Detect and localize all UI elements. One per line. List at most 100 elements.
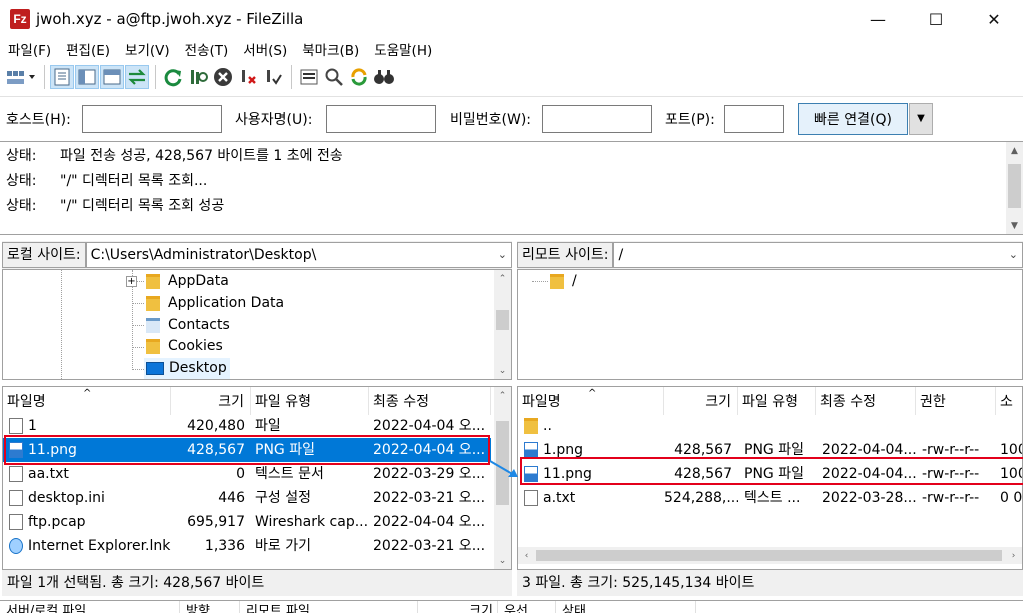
table-row[interactable]: Internet Explorer.lnk 1,336 바로 가기 2022-0… bbox=[3, 534, 491, 558]
host-label: 호스트(H): bbox=[6, 111, 71, 128]
quickconnect-bar: 호스트(H): 사용자명(U): 비밀번호(W): 포트(P): 빠른 연결(Q… bbox=[0, 96, 1023, 140]
column-filename[interactable]: 파일명 ^ bbox=[3, 387, 171, 415]
toggle-log-icon[interactable] bbox=[50, 65, 74, 89]
remote-list-hscrollbar[interactable]: ‹ › bbox=[518, 547, 1022, 564]
chevron-down-icon[interactable]: ⌄ bbox=[1009, 243, 1018, 267]
scroll-right-icon[interactable]: › bbox=[1005, 547, 1022, 564]
local-list-header: 파일명 ^ 크기 파일 유형 최종 수정 bbox=[3, 387, 491, 415]
table-row[interactable]: ftp.pcap 695,917 Wireshark cap... 2022-0… bbox=[3, 510, 491, 534]
minimize-button[interactable]: — bbox=[849, 0, 907, 38]
log-scroll-thumb[interactable] bbox=[1008, 164, 1021, 208]
column-owner[interactable]: 소유 bbox=[996, 387, 1022, 415]
sort-up-icon: ^ bbox=[588, 388, 597, 399]
table-row[interactable]: a.txt 524,288,... 텍스트 ... 2022-03-28... … bbox=[518, 486, 1022, 510]
scroll-down-icon[interactable]: ⌄ bbox=[494, 552, 511, 569]
process-queue-icon[interactable] bbox=[186, 65, 210, 89]
column-permissions[interactable]: 권한 bbox=[916, 387, 996, 415]
remote-path-input[interactable]: / ⌄ bbox=[613, 242, 1023, 268]
password-input[interactable] bbox=[542, 104, 652, 133]
quickconnect-history-dropdown[interactable]: ▼ bbox=[909, 102, 933, 135]
folder-icon bbox=[146, 296, 160, 311]
menu-bookmarks[interactable]: 북마크(B) bbox=[294, 39, 366, 59]
search-remote-files-icon[interactable] bbox=[372, 65, 396, 89]
local-path-input[interactable]: C:\Users\Administrator\Desktop\ ⌄ bbox=[85, 242, 512, 268]
menu-server[interactable]: 서버(S) bbox=[235, 39, 294, 59]
local-tree-scrollbar[interactable]: ⌃ ⌄ bbox=[494, 270, 511, 379]
tree-item-contacts[interactable]: Contacts bbox=[146, 315, 230, 336]
remote-site-label: 리모트 사이트: bbox=[517, 242, 614, 268]
text-file-icon bbox=[524, 490, 538, 506]
scroll-left-icon[interactable]: ‹ bbox=[518, 547, 535, 564]
scroll-up-icon[interactable]: ⌃ bbox=[494, 270, 511, 287]
sync-browsing-icon[interactable] bbox=[347, 65, 371, 89]
menu-help[interactable]: 도움말(H) bbox=[366, 39, 439, 59]
queue-column-status[interactable]: 상태 bbox=[556, 601, 696, 613]
message-log: 상태: 파일 전송 성공, 428,567 바이트를 1 초에 전송 상태: "/"… bbox=[0, 141, 1023, 235]
menu-file[interactable]: 파일(F) bbox=[0, 39, 58, 59]
local-file-list: 파일명 ^ 크기 파일 유형 최종 수정 1 420,480 파일 2022-04… bbox=[2, 386, 512, 570]
compare-directories-icon[interactable] bbox=[322, 65, 346, 89]
scroll-down-icon[interactable]: ⌄ bbox=[494, 362, 511, 379]
tree-item-root[interactable]: / bbox=[550, 271, 577, 292]
table-row[interactable]: aa.txt 0 텍스트 문서 2022-03-29 오... bbox=[3, 462, 491, 486]
folder-icon bbox=[524, 418, 538, 434]
log-line: 상태: 파일 전송 성공, 428,567 바이트를 1 초에 전송 bbox=[6, 148, 343, 164]
tree-item-appdata[interactable]: AppData bbox=[146, 271, 229, 292]
scroll-up-icon[interactable]: ▲ bbox=[1006, 142, 1023, 159]
table-row[interactable]: desktop.ini 446 구성 설정 2022-03-21 오... bbox=[3, 486, 491, 510]
port-input[interactable] bbox=[724, 104, 784, 133]
column-size[interactable]: 크기 bbox=[171, 387, 251, 415]
remote-list-hscroll-thumb[interactable] bbox=[536, 550, 1002, 561]
menu-transfer[interactable]: 전송(T) bbox=[177, 39, 236, 59]
maximize-button[interactable]: ☐ bbox=[907, 0, 965, 38]
pcap-file-icon bbox=[9, 514, 23, 530]
disconnect-icon[interactable] bbox=[236, 65, 260, 89]
tree-item-cookies[interactable]: Cookies bbox=[146, 336, 223, 357]
column-filename[interactable]: 파일명 ^ bbox=[518, 387, 664, 415]
quickconnect-button[interactable]: 빠른 연결(Q) bbox=[798, 102, 908, 135]
reconnect-icon[interactable] bbox=[261, 65, 285, 89]
chevron-down-icon[interactable]: ⌄ bbox=[498, 243, 507, 267]
sort-up-icon: ^ bbox=[83, 388, 92, 399]
username-input[interactable] bbox=[326, 104, 436, 133]
remote-directory-tree: / bbox=[517, 269, 1023, 380]
local-status-bar: 파일 1개 선택됨. 총 크기: 428,567 바이트 bbox=[2, 570, 512, 596]
log-line: 상태: "/" 디렉터리 목록 조회... bbox=[6, 173, 208, 189]
local-tree-scroll-thumb[interactable] bbox=[496, 310, 509, 330]
menu-view[interactable]: 보기(V) bbox=[117, 39, 177, 59]
column-type[interactable]: 파일 유형 bbox=[251, 387, 369, 415]
port-label: 포트(P): bbox=[665, 111, 715, 128]
column-size[interactable]: 크기 bbox=[664, 387, 738, 415]
column-modified[interactable]: 최종 수정 bbox=[816, 387, 916, 415]
local-directory-tree: + AppData Application Data Contacts Cook… bbox=[2, 269, 512, 380]
column-type[interactable]: 파일 유형 bbox=[738, 387, 816, 415]
filter-icon[interactable] bbox=[297, 65, 321, 89]
queue-column-remote[interactable]: 리모트 파일 bbox=[240, 601, 418, 613]
remote-status-bar: 3 파일. 총 크기: 525,145,134 바이트 bbox=[517, 570, 1023, 596]
tree-item-application-data[interactable]: Application Data bbox=[146, 293, 284, 314]
cancel-operation-icon[interactable] bbox=[211, 65, 235, 89]
column-modified[interactable]: 최종 수정 bbox=[369, 387, 491, 415]
scroll-down-icon[interactable]: ▼ bbox=[1006, 217, 1023, 234]
site-manager-icon[interactable] bbox=[4, 65, 38, 89]
queue-column-direction[interactable]: 방향 bbox=[180, 601, 240, 613]
queue-column-priority[interactable]: 우선 bbox=[498, 601, 556, 613]
close-window-button[interactable]: ✕ bbox=[965, 0, 1023, 38]
toggle-local-tree-icon[interactable] bbox=[75, 65, 99, 89]
scroll-up-icon[interactable]: ⌃ bbox=[494, 387, 511, 404]
host-input[interactable] bbox=[82, 104, 222, 133]
toggle-queue-icon[interactable] bbox=[125, 65, 149, 89]
queue-column-size[interactable]: 크기 bbox=[418, 601, 498, 613]
queue-column-file[interactable]: 서버/로컬 파일 bbox=[0, 601, 180, 613]
table-row-parent[interactable]: .. bbox=[518, 414, 1022, 438]
folder-icon bbox=[146, 339, 160, 354]
expand-plus-icon[interactable]: + bbox=[126, 276, 137, 287]
refresh-icon[interactable] bbox=[161, 65, 185, 89]
window-title: jwoh.xyz - a@ftp.jwoh.xyz - FileZilla bbox=[36, 10, 304, 28]
local-site-label: 로컬 사이트: bbox=[2, 242, 86, 268]
log-scrollbar[interactable]: ▲ ▼ bbox=[1006, 142, 1023, 234]
tree-item-desktop[interactable]: Desktop bbox=[144, 358, 230, 379]
contacts-folder-icon bbox=[146, 318, 160, 333]
menu-edit[interactable]: 편집(E) bbox=[58, 39, 117, 59]
toggle-remote-tree-icon[interactable] bbox=[100, 65, 124, 89]
